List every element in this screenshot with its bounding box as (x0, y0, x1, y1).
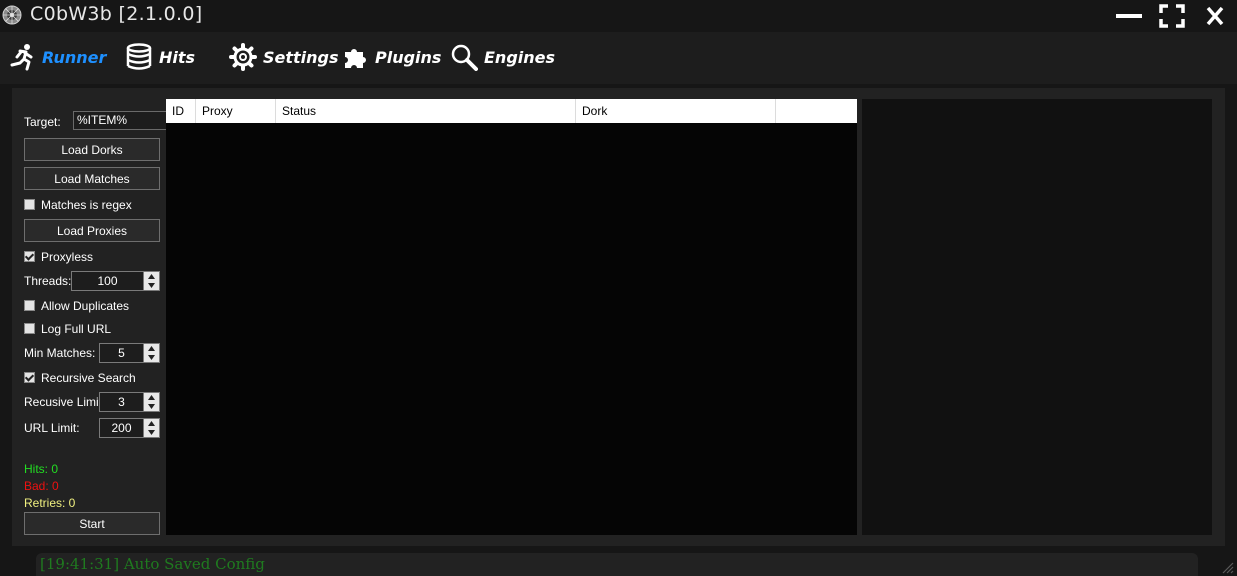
column-header-status[interactable]: Status (276, 99, 576, 123)
url-limit-up-button[interactable] (144, 419, 159, 428)
tab-hits-label: Hits (159, 47, 196, 67)
title-bar: C0bW3b [2.1.0.0] (0, 0, 1237, 32)
target-label: Target: (24, 115, 61, 129)
chevron-down-icon (148, 283, 155, 288)
tab-runner[interactable]: Runner (8, 42, 106, 72)
min-matches-stepper[interactable]: 5 (99, 343, 160, 363)
matches-regex-checkbox[interactable] (24, 199, 35, 210)
runner-sidebar: Target: %ITEM% Load Dorks Load Matches M… (12, 88, 170, 546)
load-proxies-button[interactable]: Load Proxies (24, 219, 160, 242)
allow-duplicates-label: Allow Duplicates (41, 299, 130, 313)
column-header-filler (776, 99, 857, 123)
chevron-down-icon (148, 355, 155, 360)
start-button[interactable]: Start (24, 512, 160, 535)
search-icon (451, 44, 478, 71)
url-limit-stepper[interactable]: 200 (99, 418, 160, 438)
minimize-button[interactable] (1116, 4, 1142, 28)
puzzle-icon (345, 49, 366, 68)
column-header-id[interactable]: ID (166, 99, 196, 123)
grid-header: ID Proxy Status Dork (166, 99, 857, 123)
chevron-up-icon (148, 346, 155, 351)
url-limit-down-button[interactable] (144, 428, 159, 437)
recursive-search-checkbox[interactable] (24, 372, 35, 383)
status-bar: [19:41:31] Auto Saved Config (36, 553, 1198, 576)
recursive-limit-down-button[interactable] (144, 402, 159, 411)
maximize-icon (1159, 4, 1185, 28)
runner-icon (10, 44, 33, 71)
minimize-icon (1116, 14, 1142, 18)
target-input[interactable]: %ITEM% (73, 111, 170, 130)
column-header-dork[interactable]: Dork (576, 99, 776, 123)
close-button[interactable] (1202, 4, 1228, 28)
threads-stepper[interactable]: 100 (71, 271, 160, 291)
tab-hits[interactable]: Hits (125, 42, 195, 72)
allow-duplicates-checkbox[interactable] (24, 300, 35, 311)
close-icon (1206, 6, 1224, 26)
url-limit-label: URL Limit: (24, 421, 80, 435)
main-nav: Runner Hits Settings Plugins Engines (0, 32, 1237, 84)
min-matches-down-button[interactable] (144, 353, 159, 362)
url-limit-value: 200 (111, 421, 132, 435)
app-logo-icon (2, 5, 22, 25)
status-message: [19:41:31] Auto Saved Config (40, 555, 265, 573)
hits-counter: Hits: 0 (24, 462, 59, 476)
resize-grip-icon[interactable] (1220, 560, 1234, 574)
load-matches-button[interactable]: Load Matches (24, 167, 160, 190)
tab-plugins-label: Plugins (375, 47, 442, 67)
recursive-limit-label: Recusive Limit: (24, 395, 106, 409)
recursive-search-label: Recursive Search (41, 371, 136, 385)
bad-counter: Bad: 0 (24, 479, 59, 493)
retries-counter: Retries: 0 (24, 496, 76, 510)
min-matches-label: Min Matches: (24, 346, 96, 360)
tab-plugins[interactable]: Plugins (341, 42, 441, 72)
tab-engines[interactable]: Engines (450, 42, 555, 72)
tab-settings-label: Settings (263, 47, 339, 67)
recursive-limit-up-button[interactable] (144, 393, 159, 402)
min-matches-value: 5 (118, 346, 125, 360)
tab-engines-label: Engines (484, 47, 556, 67)
chevron-up-icon (148, 274, 155, 279)
threads-label: Threads: (24, 274, 72, 288)
chevron-up-icon (148, 395, 155, 400)
proxyless-label: Proxyless (41, 250, 94, 264)
recursive-limit-stepper[interactable]: 3 (99, 392, 160, 412)
matches-regex-label: Matches is regex (41, 198, 132, 212)
threads-value: 100 (97, 274, 118, 288)
proxyless-checkbox[interactable] (24, 251, 35, 262)
tab-settings[interactable]: Settings (229, 42, 339, 72)
results-grid[interactable]: ID Proxy Status Dork (166, 99, 857, 535)
log-full-url-label: Log Full URL (41, 322, 112, 336)
column-header-proxy[interactable]: Proxy (196, 99, 276, 123)
min-matches-up-button[interactable] (144, 344, 159, 353)
log-panel (862, 99, 1212, 535)
recursive-limit-value: 3 (118, 395, 125, 409)
tab-runner-label: Runner (42, 47, 107, 67)
chevron-down-icon (148, 430, 155, 435)
chevron-up-icon (148, 421, 155, 426)
log-full-url-checkbox[interactable] (24, 323, 35, 334)
maximize-button[interactable] (1159, 4, 1185, 28)
gear-icon (229, 43, 257, 71)
database-icon (126, 43, 152, 70)
window-title: C0bW3b [2.1.0.0] (30, 3, 203, 25)
chevron-down-icon (148, 404, 155, 409)
threads-up-button[interactable] (144, 272, 159, 281)
load-dorks-button[interactable]: Load Dorks (24, 138, 160, 161)
threads-down-button[interactable] (144, 281, 159, 290)
